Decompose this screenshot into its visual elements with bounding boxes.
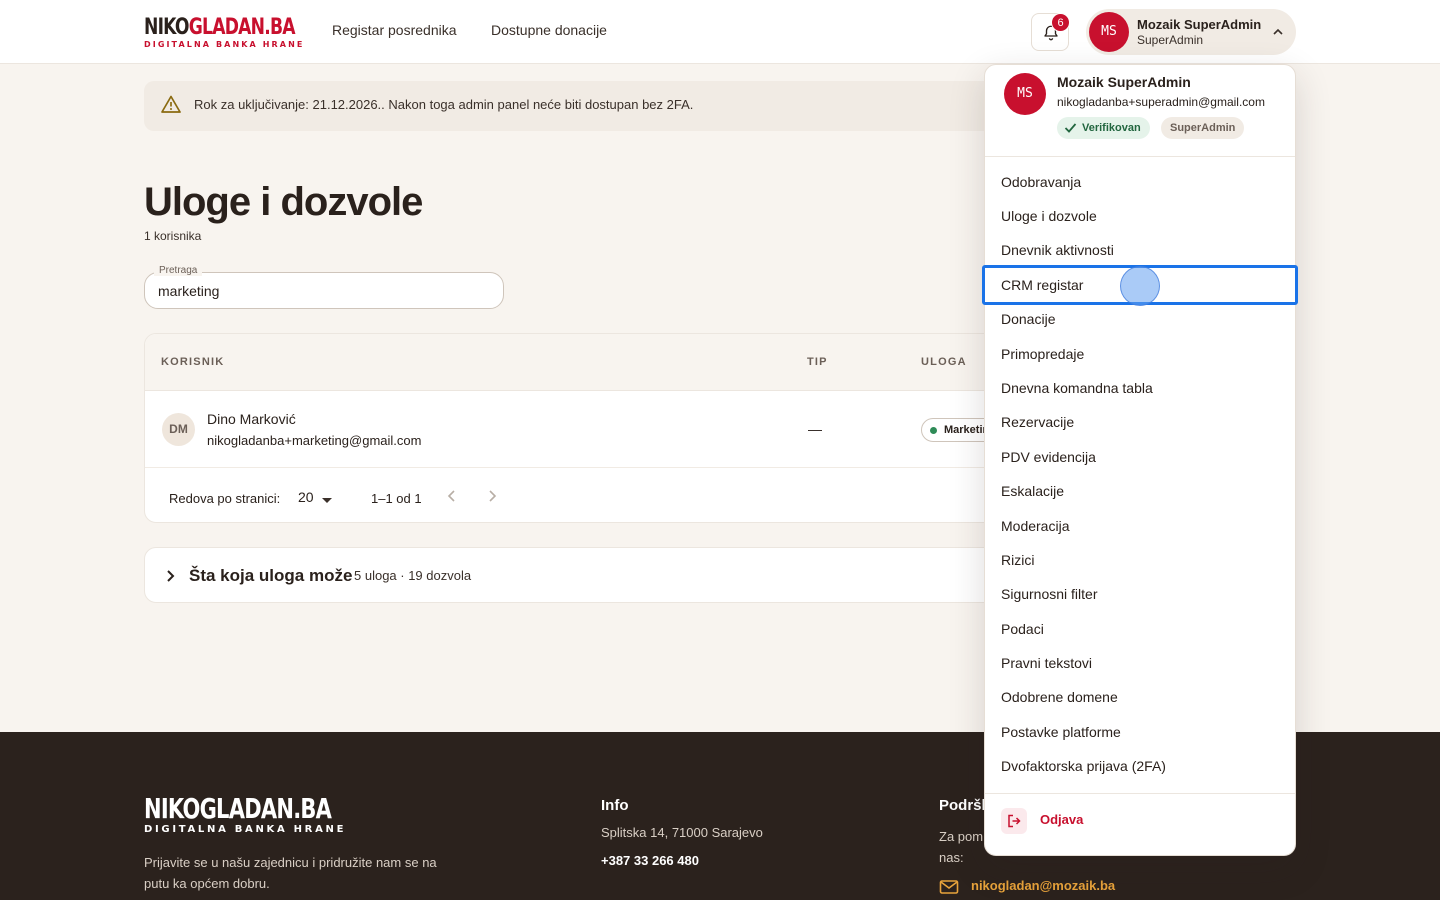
chevron-left-icon[interactable] — [445, 489, 459, 503]
footer-email-link[interactable]: nikogladan@mozaik.ba — [971, 878, 1115, 893]
footer-logo[interactable]: NIKOGLADAN.BA DIGITALNA BANKA HRANE — [144, 792, 394, 836]
chevron-up-icon — [1273, 28, 1283, 35]
logo-text-dark: NIKO — [144, 15, 190, 40]
verified-badge: Verifikovan — [1057, 117, 1150, 139]
user-menu-button[interactable]: MS Mozaik SuperAdmin SuperAdmin — [1086, 9, 1296, 55]
logout-icon-box — [1001, 808, 1027, 834]
menu-item-postavke-platforme[interactable]: Postavke platforme — [985, 715, 1295, 749]
menu-item-primopredaje[interactable]: Primopredaje — [985, 337, 1295, 371]
nav-link-registar-posrednika[interactable]: Registar posrednika — [332, 22, 457, 38]
logout-label: Odjava — [1040, 812, 1084, 827]
profile-email: nikogladanba+superadmin@gmail.com — [1057, 95, 1265, 109]
menu-item-rezervacije[interactable]: Rezervacije — [985, 405, 1295, 439]
notifications-button[interactable]: 6 — [1031, 13, 1070, 51]
page-title: Uloge i dozvole — [144, 180, 423, 224]
user-dropdown-menu: MS Mozaik SuperAdmin nikogladanba+supera… — [982, 64, 1298, 856]
menu-item-pravni-tekstovi[interactable]: Pravni tekstovi — [985, 646, 1295, 680]
user-count: 1 korisnika — [144, 229, 202, 243]
avatar: MS — [1004, 73, 1046, 115]
menu-item-rizici[interactable]: Rizici — [985, 543, 1295, 577]
roles-permissions-accordion[interactable]: Šta koja uloga može 5 uloga · 19 dozvola — [144, 547, 1024, 603]
footer-info-heading: Info — [601, 797, 629, 814]
footer-logo-text: NIKOGLADAN.BA — [144, 792, 332, 825]
user-email: nikogladanba+marketing@gmail.com — [207, 433, 422, 448]
rows-per-page-select[interactable]: 20 — [298, 489, 314, 505]
user-name: Mozaik SuperAdmin — [1137, 17, 1262, 32]
menu-item-sigurnosni-filter[interactable]: Sigurnosni filter — [985, 577, 1295, 611]
mail-icon — [939, 880, 959, 894]
footer-tagline: Prijavite se u našu zajednicu i pridruži… — [144, 855, 437, 891]
footer-address: Splitska 14, 71000 Sarajevo — [601, 825, 763, 840]
table-pagination: Redova po stranici: 20 1–1 od 1 — [145, 468, 1023, 522]
menu-item-odobravanja[interactable]: Odobravanja — [985, 165, 1295, 199]
accordion-summary: 5 uloga · 19 dozvola — [354, 568, 472, 583]
mouse-cursor-indicator — [1120, 266, 1160, 306]
chevron-right-icon[interactable] — [485, 489, 499, 503]
profile-name: Mozaik SuperAdmin — [1057, 74, 1191, 90]
user-type: — — [808, 421, 822, 437]
search-label: Pretraga — [154, 265, 203, 276]
logo-tagline: DIGITALNA BANKA HRANE — [144, 40, 305, 49]
top-navigation: NIKOGLADAN.BA DIGITALNA BANKA HRANE Regi… — [0, 0, 1440, 64]
alert-text: Rok za uključivanje: 21.12.2026.. Nakon … — [194, 97, 694, 112]
menu-item-donacije[interactable]: Donacije — [985, 302, 1295, 336]
avatar: MS — [1089, 12, 1129, 52]
logout-icon — [1008, 814, 1021, 828]
menu-item-eskalacije[interactable]: Eskalacije — [985, 474, 1295, 508]
caret-down-icon[interactable] — [322, 498, 332, 503]
2fa-warning-alert: Rok za uključivanje: 21.12.2026.. Nakon … — [144, 81, 1024, 131]
table-row[interactable]: DM Dino Marković nikogladanba+marketing@… — [145, 391, 1023, 468]
check-icon — [1064, 123, 1077, 133]
menu-item-dnevna-komandna-tabla[interactable]: Dnevna komandna tabla — [985, 371, 1295, 405]
search-value[interactable]: marketing — [158, 283, 219, 299]
chevron-right-icon — [167, 570, 175, 582]
user-role: SuperAdmin — [1137, 33, 1204, 47]
warning-icon — [161, 95, 181, 113]
menu-item-uloge-i-dozvole[interactable]: Uloge i dozvole — [985, 199, 1295, 233]
footer-phone[interactable]: +387 33 266 480 — [601, 853, 699, 868]
footer-logo-tagline: DIGITALNA BANKA HRANE — [144, 824, 347, 835]
menu-divider — [985, 793, 1295, 794]
pagination-range: 1–1 od 1 — [371, 491, 422, 506]
verified-label: Verifikovan — [1082, 122, 1141, 134]
menu-item-odobrene-domene[interactable]: Odobrene domene — [985, 680, 1295, 714]
users-table: KORISNIK TIP ULOGA DM Dino Marković niko… — [144, 333, 1024, 523]
table-header: KORISNIK TIP ULOGA — [145, 334, 1023, 391]
menu-item-moderacija[interactable]: Moderacija — [985, 509, 1295, 543]
logo[interactable]: NIKOGLADAN.BA DIGITALNA BANKA HRANE — [144, 15, 305, 50]
logo-text-red: GLADAN.BA — [188, 15, 296, 40]
notification-count-badge: 6 — [1051, 13, 1070, 32]
menu-item-dnevnik-aktivnosti[interactable]: Dnevnik aktivnosti — [985, 233, 1295, 267]
user-name: Dino Marković — [207, 411, 296, 427]
menu-item-podaci[interactable]: Podaci — [985, 612, 1295, 646]
column-header-uloga[interactable]: ULOGA — [921, 356, 967, 368]
dropdown-profile: MS Mozaik SuperAdmin nikogladanba+supera… — [985, 65, 1295, 157]
rows-per-page-label: Redova po stranici: — [169, 491, 281, 506]
nav-link-dostupne-donacije[interactable]: Dostupne donacije — [491, 22, 607, 38]
menu-item-pdv-evidencija[interactable]: PDV evidencija — [985, 440, 1295, 474]
search-input[interactable]: Pretraga marketing — [144, 265, 504, 309]
menu-item-dvofaktorska-prijava[interactable]: Dvofaktorska prijava (2FA) — [985, 749, 1295, 783]
column-header-korisnik[interactable]: KORISNIK — [161, 356, 224, 368]
avatar: DM — [162, 413, 195, 446]
role-badge: SuperAdmin — [1161, 117, 1245, 139]
accordion-title: Šta koja uloga može — [189, 566, 353, 585]
footer-support-heading: Podršk — [939, 797, 990, 814]
column-header-tip[interactable]: TIP — [807, 356, 828, 368]
status-dot — [930, 427, 937, 434]
